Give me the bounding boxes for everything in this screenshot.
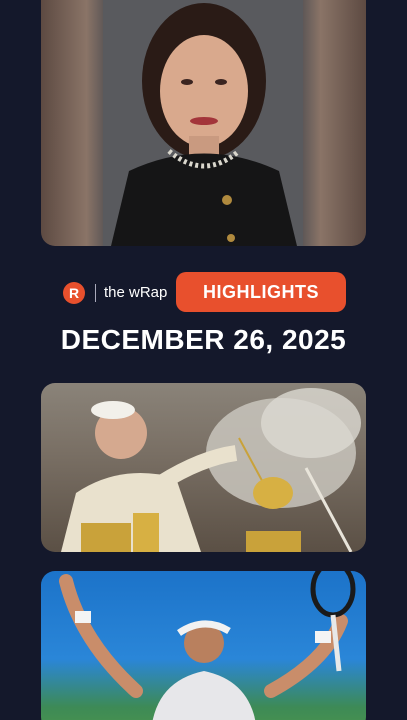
brand-divider xyxy=(95,284,96,302)
tennis-image xyxy=(59,571,356,720)
program-name: the wRap xyxy=(104,284,168,301)
tennis-photo[interactable] xyxy=(41,571,366,720)
pope-photo[interactable] xyxy=(41,383,366,552)
highlights-badge: HIGHLIGHTS xyxy=(176,272,346,312)
pope-image xyxy=(61,388,361,552)
brand-row: R the wRap HIGHLIGHTS xyxy=(0,272,407,312)
date-heading: DECEMBER 26, 2025 xyxy=(60,324,347,355)
portrait-image xyxy=(103,0,303,246)
rappler-logo-icon: R xyxy=(63,282,85,304)
portrait-photo[interactable] xyxy=(41,0,366,246)
